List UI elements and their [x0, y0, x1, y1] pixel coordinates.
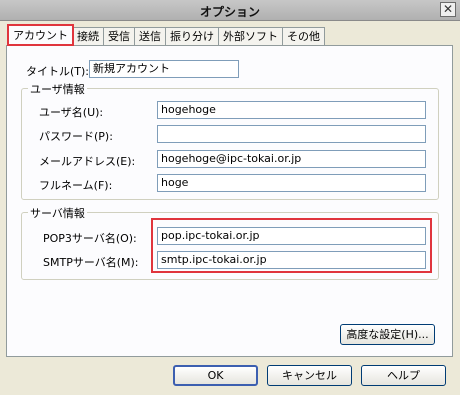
title-bar: オプション ✕	[0, 0, 460, 21]
tab-other[interactable]: その他	[282, 27, 325, 45]
help-button[interactable]: ヘルプ	[361, 365, 446, 386]
email-label: メールアドレス(E):	[39, 155, 136, 168]
tab-strip: アカウント 接続 受信 送信 振り分け 外部ソフト その他	[7, 24, 325, 46]
close-icon[interactable]: ✕	[440, 2, 456, 17]
smtp-label: SMTPサーバ名(M):	[43, 256, 139, 269]
server-info-group-label: サーバ情報	[28, 205, 87, 221]
tab-send[interactable]: 送信	[134, 27, 166, 45]
username-label: ユーザ名(U):	[39, 106, 104, 119]
advanced-settings-button[interactable]: 高度な設定(H)...	[340, 324, 435, 345]
cancel-button[interactable]: キャンセル	[267, 365, 352, 386]
tab-account[interactable]: アカウント	[7, 24, 74, 46]
email-input[interactable]: hogehoge@ipc-tokai.or.jp	[157, 150, 426, 168]
pop3-server-input[interactable]: pop.ipc-tokai.or.jp	[157, 227, 426, 245]
window-title: オプション	[199, 5, 260, 19]
account-panel: タイトル(T): 新規アカウント ユーザ情報 ユーザ名(U): hogehoge…	[6, 45, 453, 357]
smtp-server-input[interactable]: smtp.ipc-tokai.or.jp	[157, 251, 426, 269]
user-info-group-label: ユーザ情報	[28, 81, 87, 97]
tab-receive[interactable]: 受信	[103, 27, 135, 45]
ok-button[interactable]: OK	[173, 365, 258, 386]
password-input[interactable]	[157, 125, 426, 143]
title-input[interactable]: 新規アカウント	[89, 60, 239, 78]
pop3-label: POP3サーバ名(O):	[43, 232, 137, 245]
fullname-label: フルネーム(F):	[39, 179, 113, 192]
password-label: パスワード(P):	[39, 130, 113, 143]
tab-connection[interactable]: 接続	[72, 27, 104, 45]
fullname-input[interactable]: hoge	[157, 174, 426, 192]
title-label: タイトル(T):	[26, 65, 90, 78]
tab-filter[interactable]: 振り分け	[165, 27, 219, 45]
tab-external-software[interactable]: 外部ソフト	[218, 27, 283, 45]
username-input[interactable]: hogehoge	[157, 101, 426, 119]
